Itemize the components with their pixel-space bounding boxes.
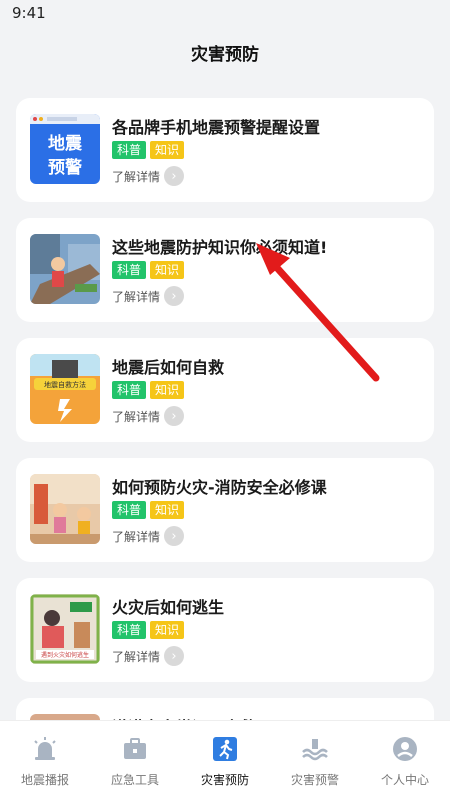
tag-knowledge: 知识 — [150, 381, 185, 399]
thumb-text: 遇到火灾如何逃生 — [41, 651, 89, 659]
tag-knowledge: 知识 — [150, 501, 185, 519]
tab-label: 个人中心 — [380, 773, 429, 787]
detail-link[interactable]: 了解详情 › — [112, 166, 185, 186]
tag-science: 科普 — [112, 381, 147, 399]
detail-label: 了解详情 — [112, 529, 161, 544]
toolbox-icon — [124, 738, 146, 759]
tag-group: 科普 知识 — [112, 261, 185, 279]
chevron-right-icon[interactable]: › — [164, 406, 185, 426]
article-title[interactable]: 这些地震防护知识你必须知道! — [112, 234, 327, 258]
thumb-text: 地震自救方法 — [44, 380, 86, 389]
article-thumbnail: 地震 预警 — [30, 114, 100, 184]
running-person-icon — [213, 737, 237, 761]
article-title[interactable]: 火灾后如何逃生 — [112, 594, 224, 618]
detail-link[interactable]: 了解详情 › — [112, 526, 185, 546]
detail-link[interactable]: 了解详情 › — [112, 406, 185, 426]
article-thumbnail: 地震自救方法 — [30, 354, 100, 424]
status-time: 9:41 — [12, 4, 46, 22]
tag-group: 科普 知识 — [112, 621, 185, 639]
tag-science: 科普 — [112, 261, 147, 279]
chevron-right-icon[interactable]: › — [164, 526, 185, 546]
thumb-text-2: 预警 — [48, 157, 82, 178]
tag-knowledge: 知识 — [150, 621, 185, 639]
page-title: 灾害预防 — [191, 45, 259, 65]
status-bar: 9:41 — [0, 0, 450, 28]
tag-group: 科普 知识 — [112, 381, 185, 399]
tab-personal-center[interactable]: 个人中心 — [360, 721, 450, 800]
article-card[interactable]: 遇到火灾如何逃生 火灾后如何逃生 科普 知识 了解详情 › — [16, 578, 434, 682]
article-card[interactable]: 这些地震防护知识你必须知道! 科普 知识 了解详情 › — [16, 218, 434, 322]
article-thumbnail — [30, 234, 100, 304]
thumb-text-1: 地震 — [48, 133, 83, 154]
bottom-tab-bar: 地震播报 应急工具 灾害预防 灾害预警 个人中心 — [0, 720, 450, 800]
chevron-right-icon[interactable]: › — [164, 646, 185, 666]
detail-link[interactable]: 了解详情 › — [112, 646, 185, 666]
tag-knowledge: 知识 — [150, 141, 185, 159]
detail-label: 了解详情 — [112, 409, 161, 424]
detail-label: 了解详情 — [112, 649, 161, 664]
article-title[interactable]: 如何预防火灾-消防安全必修课 — [112, 474, 327, 498]
chevron-right-icon[interactable]: › — [164, 286, 185, 306]
tag-knowledge: 知识 — [150, 261, 185, 279]
detail-link[interactable]: 了解详情 › — [112, 286, 185, 306]
article-list: 地震 预警 各品牌手机地震预警提醒设置 科普 知识 了解详情 › 这些地震防护知… — [16, 98, 434, 800]
chevron-right-icon[interactable]: › — [164, 166, 185, 186]
tab-emergency-tools[interactable]: 应急工具 — [90, 721, 180, 800]
tag-science: 科普 — [112, 501, 147, 519]
detail-label: 了解详情 — [112, 289, 161, 304]
article-thumbnail — [30, 474, 100, 544]
tag-group: 科普 知识 — [112, 141, 185, 159]
alarm-icon — [34, 737, 56, 760]
article-card[interactable]: 地震 预警 各品牌手机地震预警提醒设置 科普 知识 了解详情 › — [16, 98, 434, 202]
article-title[interactable]: 地震后如何自救 — [112, 354, 224, 378]
tab-label: 灾害预警 — [290, 773, 339, 787]
detail-label: 了解详情 — [112, 169, 161, 184]
article-card[interactable]: 如何预防火灾-消防安全必修课 科普 知识 了解详情 › — [16, 458, 434, 562]
tag-science: 科普 — [112, 621, 147, 639]
article-thumbnail: 遇到火灾如何逃生 — [30, 594, 100, 664]
user-icon — [393, 737, 417, 761]
warning-wave-icon — [302, 739, 328, 761]
tab-earthquake-report[interactable]: 地震播报 — [0, 721, 90, 800]
tab-label: 应急工具 — [110, 773, 159, 787]
tab-label: 地震播报 — [20, 773, 69, 787]
tag-group: 科普 知识 — [112, 501, 185, 519]
tab-disaster-warning[interactable]: 灾害预警 — [270, 721, 360, 800]
tag-science: 科普 — [112, 141, 147, 159]
tab-label: 灾害预防 — [200, 773, 249, 787]
article-title[interactable]: 各品牌手机地震预警提醒设置 — [112, 114, 320, 138]
tab-disaster-prevention[interactable]: 灾害预防 — [180, 721, 270, 800]
article-card[interactable]: 地震自救方法 地震后如何自救 科普 知识 了解详情 › — [16, 338, 434, 442]
